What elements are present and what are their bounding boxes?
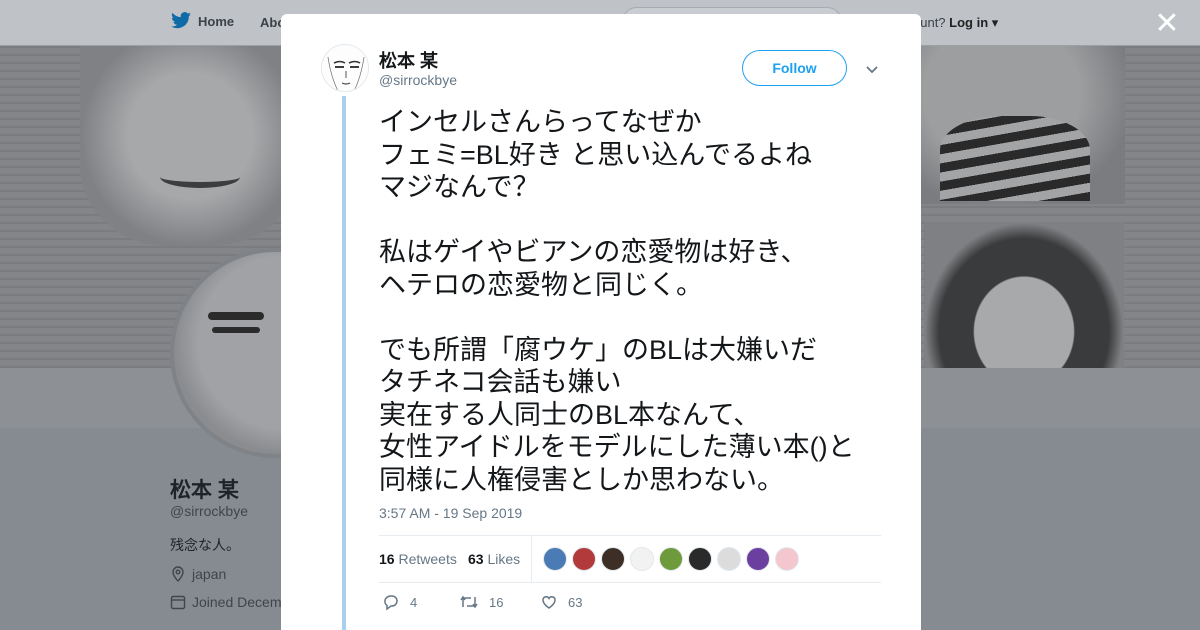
profile-bio: 残念な人。 [170, 537, 240, 553]
retweet-button[interactable]: 16 [459, 593, 503, 611]
tweet-stats: 16 Retweets 63 Likes [379, 535, 881, 583]
thread-line [342, 96, 346, 630]
like-button[interactable]: 63 [540, 593, 582, 611]
profile-handle: @sirrockbye [170, 503, 249, 519]
author-handle[interactable]: @sirrockbye [379, 72, 457, 88]
calendar-icon [170, 595, 186, 610]
close-icon[interactable]: ✕ [1152, 9, 1182, 40]
like-count: 63 [568, 594, 583, 610]
heart-icon [542, 596, 556, 609]
chevron-down-icon[interactable] [863, 60, 881, 78]
tweet-modal: 松本 某 @sirrockbye Follow インセルさんらってなぜか フェミ… [281, 14, 921, 630]
banner-art-stripes [940, 116, 1090, 201]
retweets-stat[interactable]: 16 Retweets [379, 551, 457, 567]
reply-button[interactable]: 4 [382, 593, 417, 611]
liker-avatar[interactable] [746, 547, 770, 571]
location-pin-icon [172, 566, 184, 582]
reply-count: 4 [410, 594, 418, 610]
profile-joined-label: Joined Decem [192, 594, 282, 610]
liker-avatar[interactable] [572, 547, 596, 571]
profile-location-label: japan [192, 566, 227, 582]
author-avatar[interactable] [321, 44, 369, 92]
liker-avatar[interactable] [659, 547, 683, 571]
follow-button[interactable]: Follow [742, 50, 847, 86]
liker-avatar[interactable] [543, 547, 567, 571]
author-name[interactable]: 松本 某 [379, 47, 438, 73]
liker-avatar[interactable] [630, 547, 654, 571]
reply-icon [384, 595, 398, 611]
sketch-face-icon [322, 45, 368, 91]
tweet-text: インセルさんらってなぜか フェミ=BL好き と思い込んでるよね マジなんで？ 私… [379, 107, 855, 495]
retweet-count: 16 [489, 594, 504, 610]
login-link[interactable]: Log in ▾ [949, 15, 998, 30]
profile-name: 松本 某 [170, 479, 239, 502]
banner-art-face [80, 46, 300, 246]
nav-home-label: Home [198, 13, 235, 29]
liker-avatars [543, 547, 799, 571]
liker-avatar[interactable] [717, 547, 741, 571]
liker-avatar[interactable] [775, 547, 799, 571]
profile-joined: Joined Decem [170, 594, 282, 610]
stats-divider [531, 536, 532, 582]
likes-stat[interactable]: 63 Likes [468, 551, 520, 567]
liker-avatar[interactable] [688, 547, 712, 571]
banner-art-face [924, 222, 1124, 368]
profile-location: japan [170, 566, 226, 582]
tweet-timestamp[interactable]: 3:57 AM - 19 Sep 2019 [379, 505, 522, 521]
twitter-bird-icon [171, 12, 191, 29]
liker-avatar[interactable] [601, 547, 625, 571]
retweet-icon [460, 595, 478, 609]
nav-home-link[interactable]: Home [170, 12, 234, 30]
